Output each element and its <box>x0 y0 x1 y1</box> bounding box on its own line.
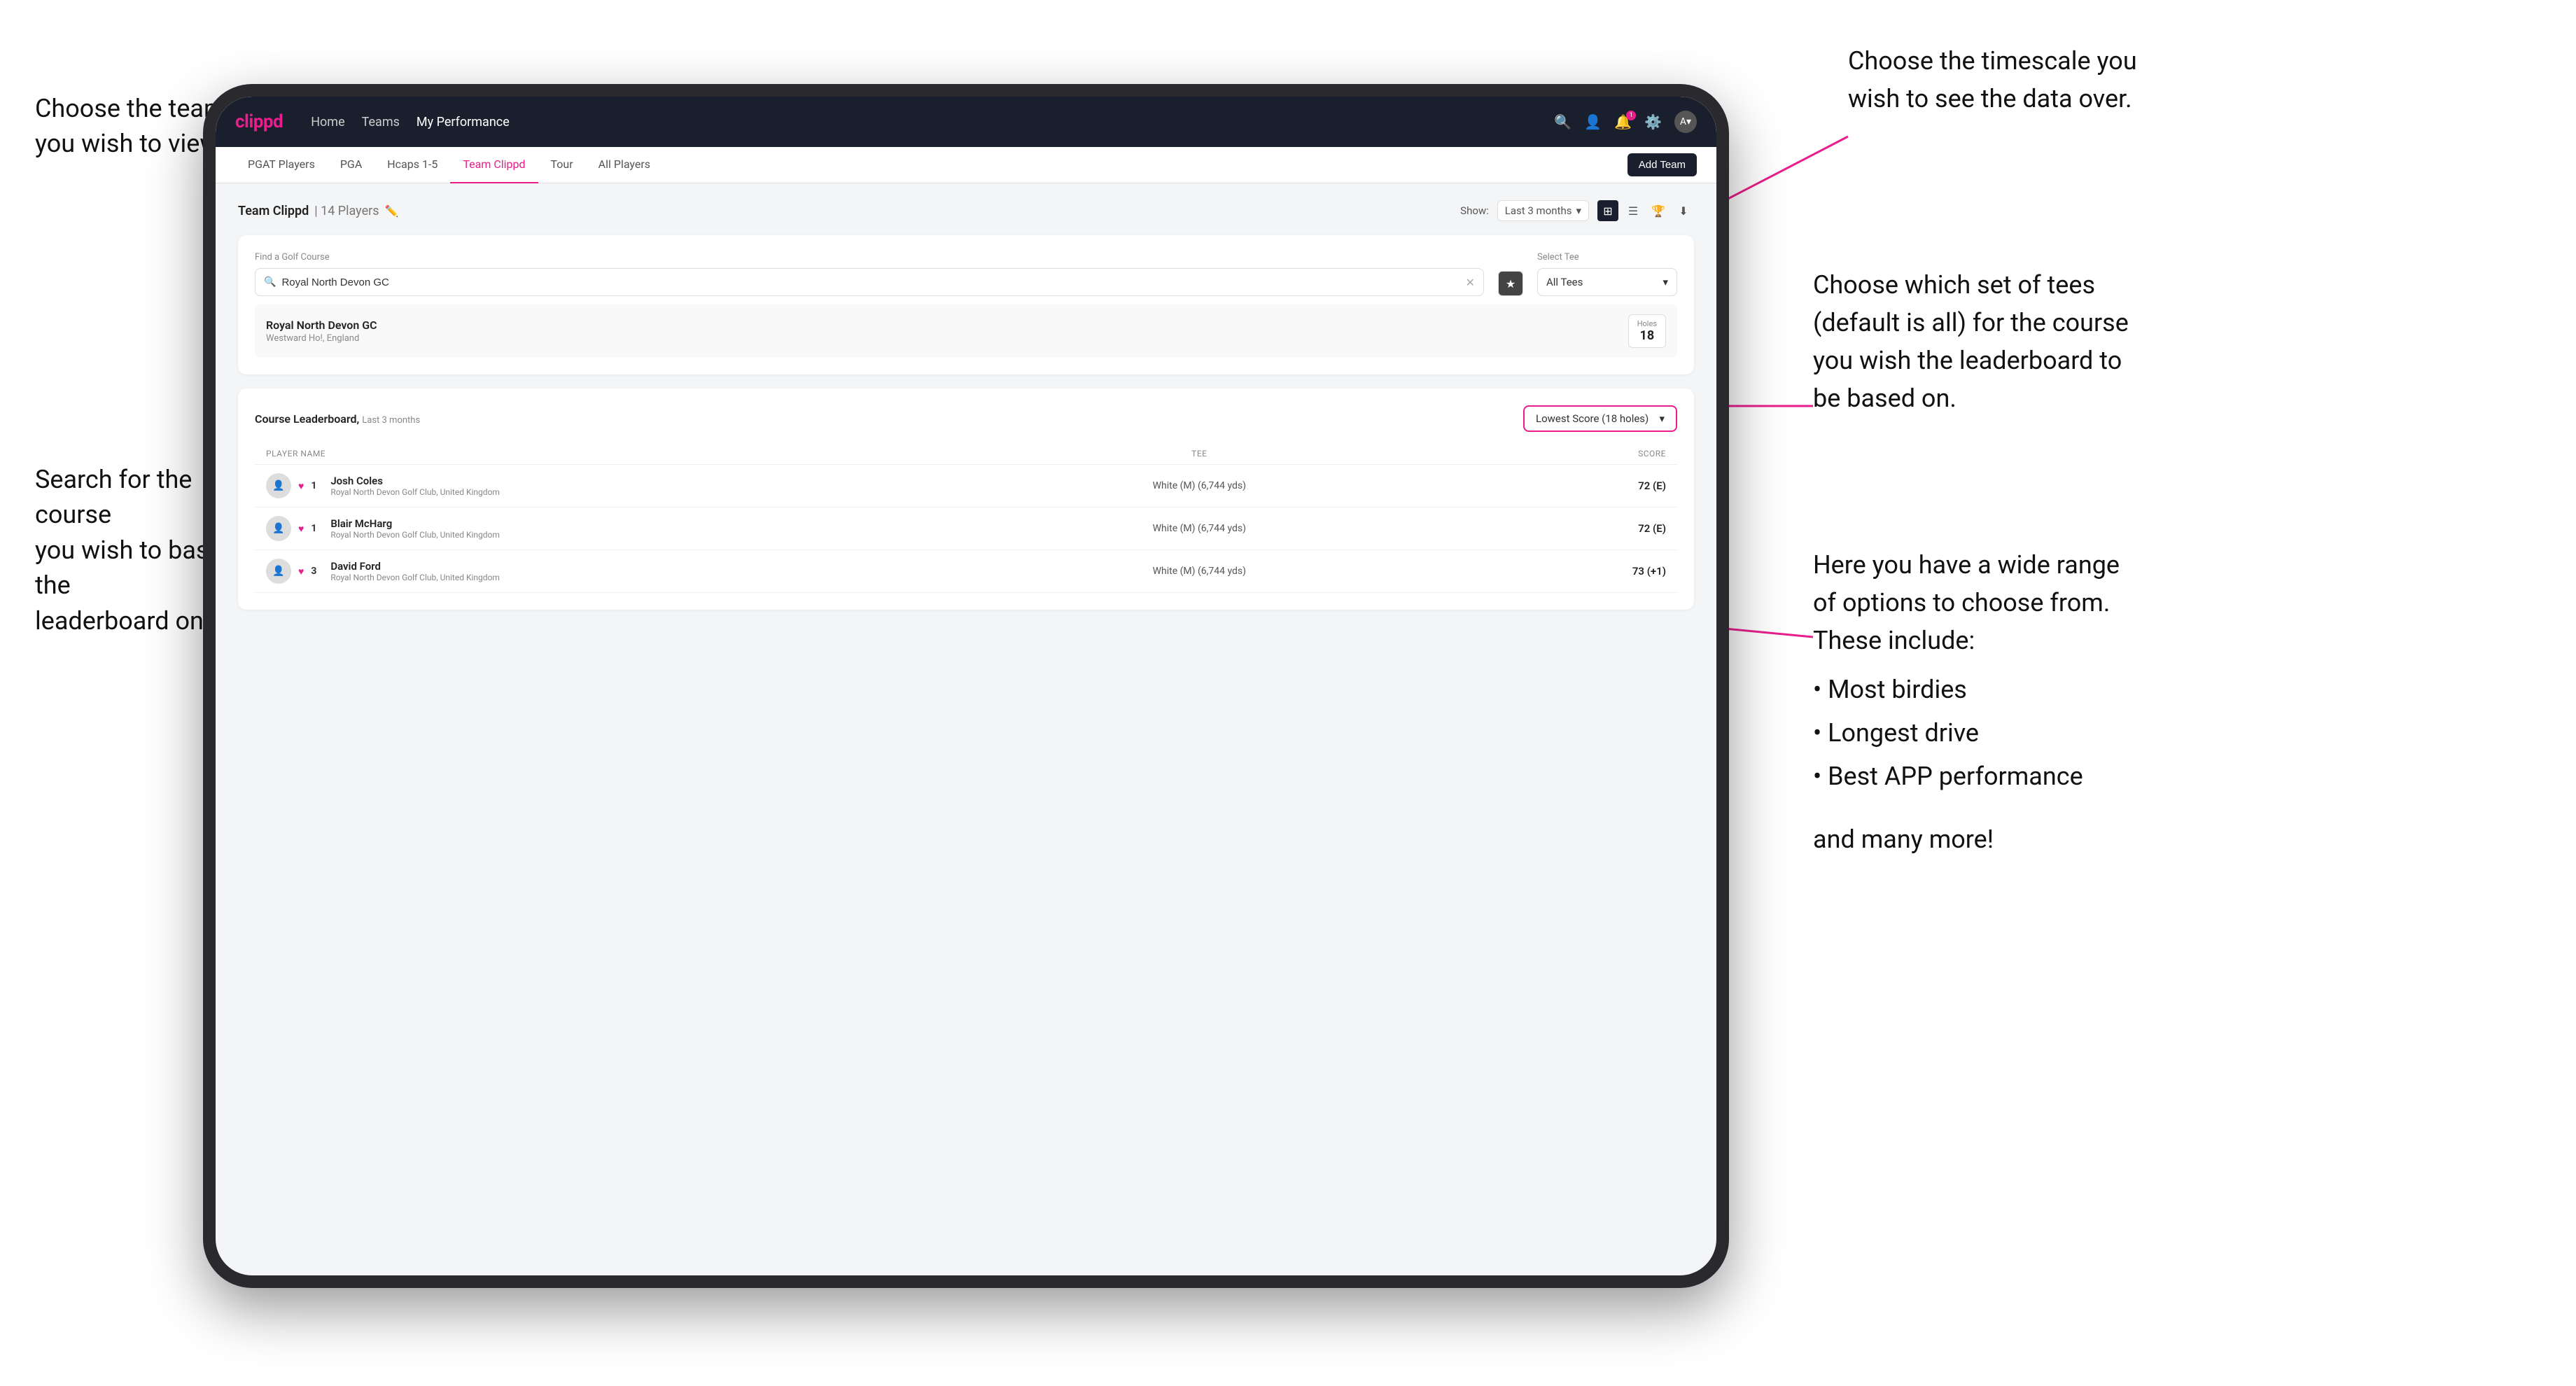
options-list: Most birdies Longest drive Best APP perf… <box>1813 668 2120 798</box>
table-header: PLAYER NAME TEE SCORE <box>255 443 1677 465</box>
nav-links: Home Teams My Performance <box>311 115 510 130</box>
option-drive: Longest drive <box>1813 711 2120 755</box>
sub-nav: PGAT Players PGA Hcaps 1-5 Team Clippd T… <box>216 147 1716 183</box>
and-more: and many more! <box>1813 820 2120 858</box>
tab-hcaps[interactable]: Hcaps 1-5 <box>374 147 450 183</box>
annotation-timescale: Choose the timescale youwish to see the … <box>1848 42 2137 118</box>
course-result: Royal North Devon GC Westward Ho!, Engla… <box>255 304 1677 358</box>
annotation-tee-choice: Choose which set of tees(default is all)… <box>1813 266 2129 417</box>
table-row: 👤 ♥ 1 Blair McHarg Royal North Devon Gol… <box>255 507 1677 550</box>
tablet-screen: clippd Home Teams My Performance 🔍 👤 🔔 1… <box>216 97 1716 1275</box>
tab-pga[interactable]: PGA <box>328 147 374 183</box>
course-name: Royal North Devon GC <box>266 318 377 332</box>
avatar-josh: 👤 <box>266 473 291 498</box>
nav-icons: 🔍 👤 🔔 1 ⚙️ A▾ <box>1554 111 1697 133</box>
notification-badge: 1 <box>1626 111 1636 120</box>
show-controls: Show: Last 3 months ▾ ⊞ ☰ 🏆 ⬇ <box>1460 200 1694 221</box>
table-row: 👤 ♥ 1 Josh Coles Royal North Devon Golf … <box>255 465 1677 507</box>
tee-dropdown[interactable]: All Tees ▾ <box>1537 268 1677 296</box>
team-title: Team Clippd | 14 Players <box>238 204 379 218</box>
list-view-icon[interactable]: ☰ <box>1623 200 1644 221</box>
course-search-input-wrapper: 🔍 ✕ <box>255 268 1484 296</box>
top-nav: clippd Home Teams My Performance 🔍 👤 🔔 1… <box>216 97 1716 147</box>
select-tee-label: Select Tee <box>1537 252 1677 262</box>
leaderboard-header: Course Leaderboard, Last 3 months Lowest… <box>255 405 1677 432</box>
chevron-down-icon-score: ▾ <box>1659 412 1665 425</box>
course-location: Westward Ho!, England <box>266 333 377 344</box>
course-search-input[interactable] <box>281 276 1465 288</box>
settings-icon[interactable]: ⚙️ <box>1644 113 1662 130</box>
view-icons: ⊞ ☰ 🏆 ⬇ <box>1597 200 1694 221</box>
course-search-card: Find a Golf Course 🔍 ✕ ★ Select Te <box>238 235 1694 374</box>
heart-icon[interactable]: ♥ <box>298 523 304 535</box>
avatar-blair: 👤 <box>266 516 291 541</box>
leaderboard-table: PLAYER NAME TEE SCORE 👤 ♥ 1 Josh Coles <box>255 443 1677 593</box>
tab-all-players[interactable]: All Players <box>586 147 663 183</box>
option-birdies: Most birdies <box>1813 668 2120 711</box>
heart-icon[interactable]: ♥ <box>298 480 304 492</box>
main-content: Team Clippd | 14 Players ✏️ Show: Last 3… <box>216 183 1716 1275</box>
chevron-down-icon-tee: ▾ <box>1662 276 1668 288</box>
add-team-button[interactable]: Add Team <box>1628 153 1697 176</box>
search-icon-inner: 🔍 <box>264 276 276 288</box>
favourite-button[interactable]: ★ <box>1498 271 1523 296</box>
find-course-label: Find a Golf Course <box>255 252 1484 262</box>
tab-team-clippd[interactable]: Team Clippd <box>450 147 538 183</box>
table-row: 👤 ♥ 3 David Ford Royal North Devon Golf … <box>255 550 1677 593</box>
nav-home[interactable]: Home <box>311 115 344 130</box>
tab-pgat-players[interactable]: PGAT Players <box>235 147 328 183</box>
grid-view-icon[interactable]: ⊞ <box>1597 200 1618 221</box>
tablet-frame: clippd Home Teams My Performance 🔍 👤 🔔 1… <box>203 84 1729 1288</box>
chevron-down-icon: ▾ <box>1576 204 1581 217</box>
nav-my-performance[interactable]: My Performance <box>416 115 510 130</box>
edit-icon[interactable]: ✏️ <box>385 204 399 218</box>
nav-teams[interactable]: Teams <box>362 115 400 130</box>
option-app: Best APP performance <box>1813 755 2120 798</box>
time-period-dropdown[interactable]: Last 3 months ▾ <box>1497 200 1589 221</box>
player-cell: 👤 ♥ 3 David Ford Royal North Devon Golf … <box>266 559 966 584</box>
trophy-icon[interactable]: 🏆 <box>1648 200 1669 221</box>
heart-icon[interactable]: ♥ <box>298 566 304 578</box>
tee-section: Select Tee All Tees ▾ <box>1537 252 1677 296</box>
team-header: Team Clippd | 14 Players ✏️ Show: Last 3… <box>238 200 1694 221</box>
leaderboard-title: Course Leaderboard, Last 3 months <box>255 412 420 426</box>
holes-badge: Holes 18 <box>1628 314 1666 348</box>
avatar-david: 👤 <box>266 559 291 584</box>
people-icon[interactable]: 👤 <box>1584 113 1602 130</box>
leaderboard-card: Course Leaderboard, Last 3 months Lowest… <box>238 388 1694 610</box>
download-icon[interactable]: ⬇ <box>1673 200 1694 221</box>
search-icon[interactable]: 🔍 <box>1554 113 1572 130</box>
annotation-score-options: Here you have a wide rangeof options to … <box>1813 546 2120 858</box>
player-cell: 👤 ♥ 1 Blair McHarg Royal North Devon Gol… <box>266 516 966 541</box>
bell-icon[interactable]: 🔔 1 <box>1614 113 1632 130</box>
score-type-dropdown[interactable]: Lowest Score (18 holes) ▾ <box>1523 405 1677 432</box>
avatar[interactable]: A▾ <box>1674 111 1697 133</box>
tab-tour[interactable]: Tour <box>538 147 586 183</box>
logo: clippd <box>235 111 283 132</box>
player-cell: 👤 ♥ 1 Josh Coles Royal North Devon Golf … <box>266 473 966 498</box>
clear-search-icon[interactable]: ✕ <box>1466 276 1475 289</box>
player-count: | 14 Players <box>314 204 379 218</box>
